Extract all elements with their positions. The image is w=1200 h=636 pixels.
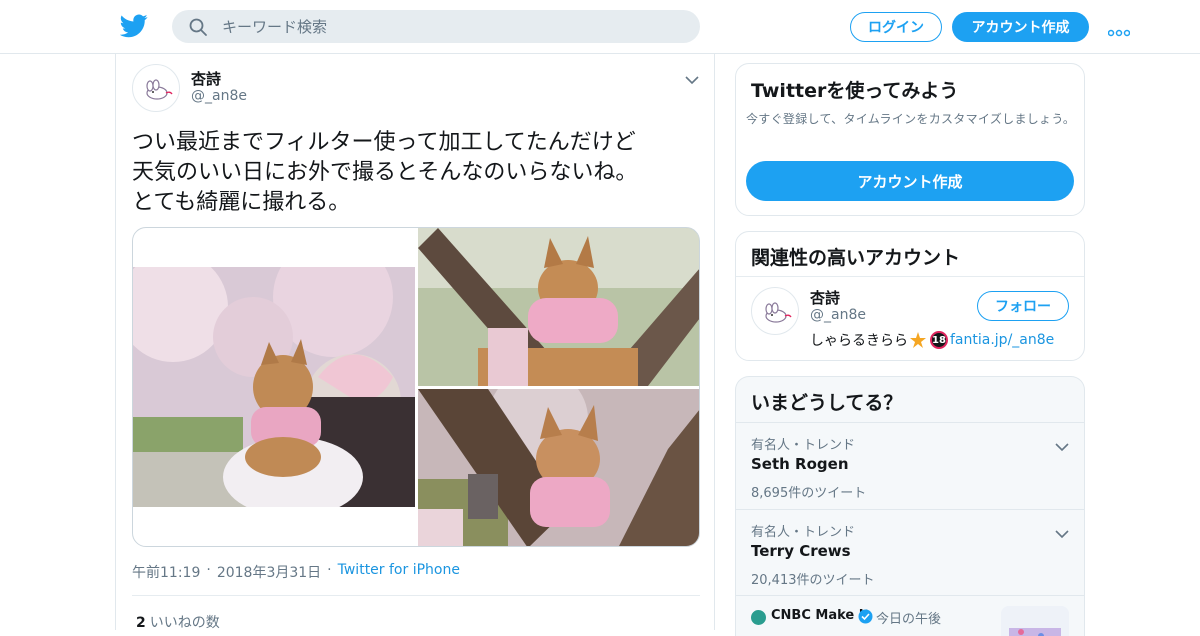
more-icon[interactable] — [1107, 22, 1131, 37]
signup-card-description: 今すぐ登録して、タイムラインをカスタマイズしましょう。 — [746, 112, 1076, 126]
tweet-source-link[interactable]: Twitter for iPhone — [338, 562, 460, 582]
likes-count: 2 — [136, 615, 146, 631]
related-account-handle[interactable]: @_an8e — [810, 307, 866, 323]
trends-title: いまどうしてる？ — [751, 392, 903, 414]
related-account-name[interactable]: 杏詩 — [810, 287, 840, 308]
login-button[interactable]: ログイン — [850, 12, 942, 42]
tweet-date[interactable]: 2018年3月31日 — [217, 562, 321, 582]
verified-badge-icon — [858, 609, 873, 624]
avatar[interactable] — [751, 287, 799, 335]
photo-grid — [132, 227, 700, 547]
author-name[interactable]: 杏詩 — [191, 68, 221, 89]
signup-card-title: Twitterを使ってみよう — [751, 80, 959, 102]
top-bar: ログイン アカウント作成 — [0, 0, 1200, 54]
divider — [132, 595, 700, 596]
news-source[interactable]: CNBC Make It — [771, 608, 870, 623]
related-accounts-title: 関連性の高いアカウント — [751, 247, 961, 269]
star-icon — [910, 332, 926, 348]
search-input[interactable] — [222, 10, 682, 43]
r18-badge-icon: 18 — [930, 331, 948, 349]
trends-card: いまどうしてる？ 有名人・トレンド Seth Rogen 8,695件のツイート… — [735, 376, 1085, 636]
separator-dot: · — [206, 562, 211, 578]
news-time: 今日の午後 — [876, 612, 942, 627]
follow-button[interactable]: フォロー — [977, 291, 1069, 321]
trend-count: 8,695件のツイート — [751, 486, 867, 501]
search-box[interactable] — [172, 10, 700, 43]
divider — [736, 276, 1084, 277]
search-icon — [188, 17, 208, 37]
author-handle[interactable]: @_an8e — [191, 88, 247, 104]
related-account-bio: しゃらるきらら 18 fantia.jp/_an8e — [810, 330, 1054, 350]
photo-cat-in-tree-fork[interactable] — [418, 389, 699, 546]
news-thumbnail[interactable] — [1001, 606, 1069, 636]
likes-label: いいねの数 — [149, 615, 220, 631]
signup-button[interactable]: アカウント作成 — [952, 12, 1089, 42]
trend-name[interactable]: Seth Rogen — [751, 455, 849, 473]
cnbc-logo-icon — [751, 610, 766, 625]
tweet-text: つい最近までフィルター使って加工してたんだけど 天気のいい日にお外で撮るとそんな… — [132, 130, 638, 215]
bio-link[interactable]: fantia.jp/_an8e — [950, 332, 1054, 348]
trend-name[interactable]: Terry Crews — [751, 542, 851, 560]
signup-card: Twitterを使ってみよう 今すぐ登録して、タイムラインをカスタマイズしましょ… — [735, 63, 1085, 216]
chevron-down-icon[interactable] — [1055, 437, 1069, 452]
chevron-down-icon[interactable] — [685, 70, 699, 85]
tweet-column: 杏詩 @_an8e つい最近までフィルター使って加工してたんだけど 天気のいい日… — [115, 54, 715, 632]
tweet-time[interactable]: 午前11:19 — [132, 562, 200, 582]
chevron-down-icon[interactable] — [1055, 524, 1069, 539]
photo-cat-on-tree[interactable] — [418, 228, 699, 386]
trend-context: 有名人・トレンド — [751, 438, 856, 453]
trend-count: 20,413件のツイート — [751, 573, 875, 588]
related-accounts-card: 関連性の高いアカウント 杏詩 @_an8e フォロー しゃらるきらら 18 fa… — [735, 231, 1085, 361]
trend-item[interactable]: 有名人・トレンド Terry Crews 20,413件のツイート — [736, 509, 1084, 596]
separator-dot: · — [327, 562, 332, 578]
likes-stat[interactable]: 2 いいねの数 — [136, 612, 220, 632]
photo-cat-cherry-blossoms[interactable] — [133, 267, 415, 507]
tweet-meta: 午前11:19 · 2018年3月31日 · Twitter for iPhon… — [132, 562, 460, 582]
twitter-bird-icon[interactable] — [119, 13, 148, 39]
trend-context: 有名人・トレンド — [751, 525, 856, 540]
avatar[interactable] — [132, 64, 180, 112]
create-account-button[interactable]: アカウント作成 — [746, 161, 1074, 201]
trend-item[interactable]: 有名人・トレンド Seth Rogen 8,695件のツイート — [736, 422, 1084, 509]
bio-text: しゃらるきらら — [810, 333, 908, 349]
